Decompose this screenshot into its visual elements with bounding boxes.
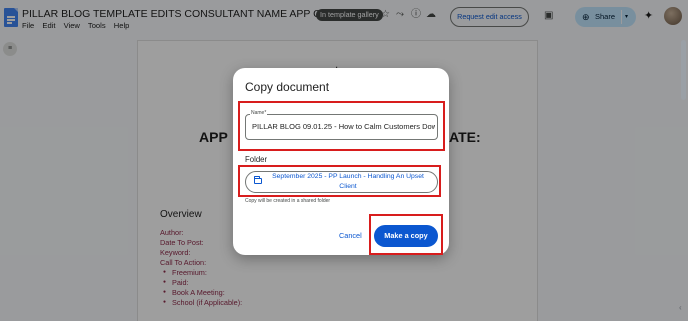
side-panel-chevron-icon[interactable]: ‹	[679, 303, 682, 312]
folder-picker-label[interactable]: September 2025 - PP Launch - Handling An…	[266, 172, 430, 191]
folder-label: Folder	[245, 155, 268, 164]
name-input[interactable]: PILLAR BLOG 09.01.25 - How to Calm Custo…	[252, 122, 435, 131]
shared-folder-helper-text: Copy will be created in a shared folder	[245, 198, 331, 204]
copy-document-dialog: Copy document Name* PILLAR BLOG 09.01.25…	[233, 68, 449, 255]
make-a-copy-button[interactable]: Make a copy	[374, 225, 438, 247]
shared-folder-icon	[254, 176, 262, 184]
cancel-button[interactable]: Cancel	[339, 231, 362, 240]
name-field-label: Name*	[250, 110, 268, 116]
scrollbar[interactable]	[681, 40, 686, 100]
dialog-title: Copy document	[245, 80, 330, 94]
